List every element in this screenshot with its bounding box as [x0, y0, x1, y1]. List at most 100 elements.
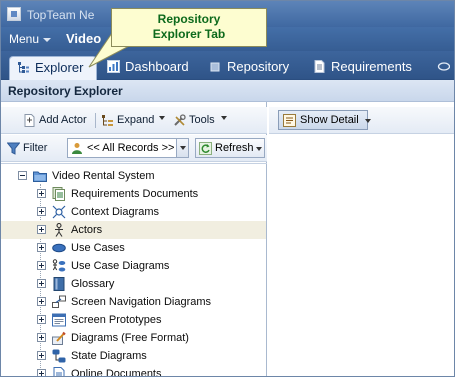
- tab-label: Repository: [227, 59, 290, 74]
- chevron-down-icon[interactable]: [176, 139, 188, 157]
- application-window: TopTeam Ne Menu Video Explorer Dashboard…: [0, 0, 455, 377]
- tree-node[interactable]: State Diagrams: [1, 347, 266, 365]
- expand-toggle[interactable]: [37, 279, 46, 288]
- expand-toggle[interactable]: [37, 315, 46, 324]
- expand-toggle[interactable]: [37, 261, 46, 270]
- tree-node-label: State Diagrams: [71, 350, 147, 362]
- callout-line: Explorer Tab: [152, 27, 226, 41]
- chevron-down-icon[interactable]: [221, 116, 227, 120]
- chevron-down-icon[interactable]: [159, 116, 165, 120]
- tree-node[interactable]: Screen Navigation Diagrams: [1, 293, 266, 311]
- expand-toggle[interactable]: [37, 189, 46, 198]
- app-title: TopTeam Ne: [27, 8, 95, 22]
- add-document-icon: [24, 114, 35, 127]
- tab-requirements[interactable]: Requirements: [313, 56, 413, 80]
- refresh-label: Refresh: [215, 142, 254, 154]
- online-document-icon: [53, 367, 65, 376]
- tree-node-label: Screen Prototypes: [71, 314, 162, 326]
- tab-label: Dashboard: [125, 59, 189, 74]
- tree-node-label: Glossary: [71, 278, 115, 290]
- expand-toggle[interactable]: [37, 351, 46, 360]
- expand-toggle[interactable]: [37, 207, 46, 216]
- tree-node-label: Use Case Diagrams: [71, 260, 170, 272]
- glossary-icon: [53, 277, 65, 291]
- screen-navigation-icon: [52, 295, 66, 308]
- tab-explorer[interactable]: Explorer: [9, 56, 97, 80]
- tree-node[interactable]: Context Diagrams: [1, 203, 266, 221]
- tree-node-label: Screen Navigation Diagrams: [71, 296, 212, 308]
- tools-label: Tools: [189, 114, 215, 126]
- chevron-down-icon[interactable]: [256, 147, 262, 151]
- show-detail-button[interactable]: Show Detail: [278, 110, 368, 130]
- expand-toggle[interactable]: [37, 369, 46, 376]
- repository-icon: [210, 62, 220, 72]
- folder-icon: [33, 171, 47, 182]
- app-icon: [7, 7, 21, 21]
- explorer-tree-icon: [18, 62, 29, 73]
- ellipse-icon: [437, 62, 450, 71]
- show-detail-icon: [283, 114, 296, 127]
- tree-node[interactable]: Online Documents: [1, 365, 266, 377]
- tab-overflow[interactable]: [437, 56, 454, 80]
- chevron-down-icon[interactable]: [365, 119, 371, 123]
- callout-annotation: Repository Explorer Tab: [111, 8, 267, 47]
- tab-label: Requirements: [331, 59, 412, 74]
- use-case-icon: [52, 243, 66, 253]
- context-diagram-icon: [52, 205, 66, 219]
- tree-node[interactable]: Glossary: [1, 275, 266, 293]
- main-menu-button[interactable]: Menu: [9, 32, 39, 46]
- chevron-down-icon[interactable]: [43, 38, 51, 42]
- filter-button[interactable]: Filter: [7, 139, 63, 158]
- tab-strip: Explorer Dashboard Repository Requiremen…: [1, 51, 454, 80]
- tree-node-label: Online Documents: [71, 368, 162, 377]
- add-actor-label: Add Actor: [39, 114, 87, 126]
- tree-node-label: Context Diagrams: [71, 206, 160, 218]
- refresh-icon: [199, 142, 212, 155]
- refresh-button[interactable]: Refresh: [195, 138, 265, 158]
- project-context-label: Video: [66, 31, 102, 46]
- tools-button[interactable]: Tools: [173, 111, 231, 130]
- explorer-pane: Add Actor Expand Tools Filter << All Rec…: [1, 102, 267, 377]
- filter-label: Filter: [23, 142, 48, 154]
- repository-tree: Video Rental System Requirements Documen…: [1, 163, 267, 377]
- records-filter-select[interactable]: << All Records >>: [67, 138, 189, 158]
- tree-node-root[interactable]: Video Rental System: [1, 167, 266, 185]
- chart-icon: [107, 60, 120, 73]
- tab-label: Explorer: [35, 60, 84, 75]
- expand-label: Expand: [117, 114, 155, 126]
- screen-prototype-icon: [52, 313, 66, 327]
- detail-pane: Show Detail: [269, 102, 454, 376]
- expand-tree-icon: [102, 115, 113, 126]
- tab-repository[interactable]: Repository: [209, 56, 299, 80]
- expand-toggle[interactable]: [37, 243, 46, 252]
- panel-title-bar: Repository Explorer: [1, 80, 454, 102]
- tree-node-label: Diagrams (Free Format): [71, 332, 189, 344]
- tree-node-label: Video Rental System: [52, 170, 155, 182]
- requirements-documents-icon: [52, 187, 65, 201]
- tree-node-label: Use Cases: [71, 242, 125, 254]
- explorer-toolbar: Add Actor Expand Tools: [1, 107, 267, 134]
- filter-toolbar: Filter << All Records >> Refresh: [1, 135, 267, 162]
- user-icon: [72, 143, 82, 154]
- tree-node[interactable]: Diagrams (Free Format): [1, 329, 266, 347]
- actor-icon: [55, 223, 63, 237]
- tree-node[interactable]: Screen Prototypes: [1, 311, 266, 329]
- tree-node-selected[interactable]: Actors: [1, 221, 266, 239]
- expand-toggle[interactable]: [37, 333, 46, 342]
- use-case-diagram-icon: [52, 259, 66, 272]
- tree-node[interactable]: Use Case Diagrams: [1, 257, 266, 275]
- expand-toggle[interactable]: [37, 225, 46, 234]
- expand-button[interactable]: Expand: [101, 111, 167, 130]
- page-title: Repository Explorer: [8, 84, 123, 98]
- tree-node-label: Actors: [71, 224, 103, 236]
- expand-toggle[interactable]: [37, 297, 46, 306]
- tab-dashboard[interactable]: Dashboard: [107, 56, 197, 80]
- tools-icon: [174, 114, 186, 126]
- add-actor-button[interactable]: Add Actor: [23, 111, 89, 130]
- detail-toolbar: Show Detail: [269, 107, 454, 134]
- collapse-toggle[interactable]: [18, 171, 27, 180]
- tree-node[interactable]: Use Cases: [1, 239, 266, 257]
- document-icon: [314, 60, 325, 73]
- show-detail-label: Show Detail: [300, 114, 359, 126]
- tree-node[interactable]: Requirements Documents: [1, 185, 266, 203]
